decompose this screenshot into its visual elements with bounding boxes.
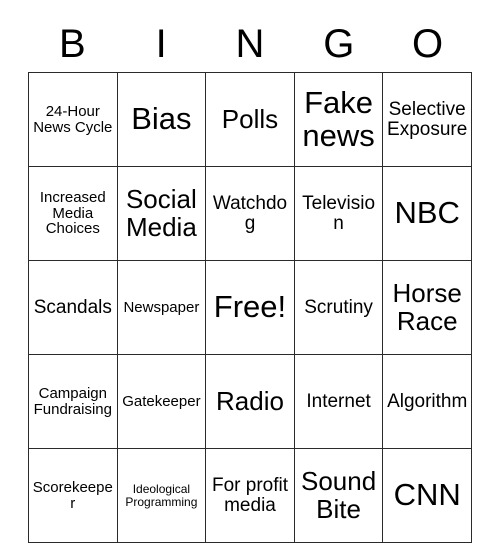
bingo-free-space-label: Free! bbox=[213, 289, 287, 325]
bingo-header-letter-i: I bbox=[155, 22, 167, 66]
bingo-header-row: B I N G O bbox=[28, 0, 472, 66]
bingo-cell-g4[interactable]: Internet bbox=[293, 354, 384, 449]
bingo-cell-label: Scandals bbox=[33, 296, 112, 318]
bingo-cell-b1[interactable]: 24-Hour News Cycle bbox=[28, 72, 118, 167]
bingo-cell-i5[interactable]: Ideological Programming bbox=[116, 448, 207, 543]
bingo-cell-label: Selective Exposure bbox=[387, 98, 468, 140]
bingo-cell-free-space[interactable]: Free! bbox=[205, 260, 295, 355]
bingo-cell-n4[interactable]: Radio bbox=[205, 354, 295, 449]
bingo-grid: 24-Hour News Cycle Bias Polls Fake news … bbox=[28, 72, 472, 543]
bingo-header-letter-o: O bbox=[412, 22, 444, 66]
bingo-cell-o3[interactable]: Horse Race bbox=[382, 260, 472, 355]
bingo-cell-label: Newspaper bbox=[123, 298, 200, 316]
bingo-cell-label: For profit media bbox=[211, 474, 288, 516]
bingo-cell-g5[interactable]: Sound Bite bbox=[293, 448, 384, 543]
bingo-cell-i2[interactable]: Social Media bbox=[116, 166, 207, 261]
bingo-cell-label: Horse Race bbox=[392, 278, 462, 336]
bingo-cell-n2[interactable]: Watchdog bbox=[205, 166, 295, 261]
bingo-cell-label: NBC bbox=[394, 195, 460, 231]
bingo-cell-label: Radio bbox=[216, 385, 284, 416]
bingo-cell-n5[interactable]: For profit media bbox=[205, 448, 295, 543]
bingo-header-letter-b: B bbox=[59, 22, 86, 66]
bingo-card: B I N G O 24-Hour News Cycle Bias Polls … bbox=[0, 0, 500, 544]
bingo-cell-label: Gatekeeper bbox=[122, 392, 201, 410]
bingo-cell-label: Scrutiny bbox=[304, 296, 373, 318]
bingo-cell-label: Increased Media Choices bbox=[39, 189, 106, 238]
bingo-cell-label: Sound Bite bbox=[300, 466, 377, 524]
bingo-cell-label: Fake news bbox=[302, 85, 375, 153]
bingo-row-2: Increased Media Choices Social Media Wat… bbox=[28, 166, 472, 261]
bingo-cell-i3[interactable]: Newspaper bbox=[116, 260, 207, 355]
bingo-cell-o1[interactable]: Selective Exposure bbox=[382, 72, 472, 167]
bingo-cell-g1[interactable]: Fake news bbox=[293, 72, 384, 167]
bingo-cell-label: Algorithm bbox=[387, 390, 468, 412]
bingo-cell-label: Social Media bbox=[125, 184, 197, 242]
bingo-cell-b5[interactable]: Scorekeeper bbox=[28, 448, 118, 543]
bingo-cell-label: 24-Hour News Cycle bbox=[33, 102, 113, 136]
bingo-cell-o2[interactable]: NBC bbox=[382, 166, 472, 261]
bingo-cell-b3[interactable]: Scandals bbox=[28, 260, 118, 355]
bingo-cell-label: Ideological Programming bbox=[125, 482, 198, 509]
bingo-cell-g3[interactable]: Scrutiny bbox=[293, 260, 384, 355]
bingo-row-4: Campaign Fundraising Gatekeeper Radio In… bbox=[28, 354, 472, 449]
bingo-row-5: Scorekeeper Ideological Programming For … bbox=[28, 448, 472, 543]
bingo-cell-b4[interactable]: Campaign Fundraising bbox=[28, 354, 118, 449]
bingo-header-letter-n: N bbox=[235, 22, 265, 66]
bingo-cell-n1[interactable]: Polls bbox=[205, 72, 295, 167]
bingo-cell-label: Scorekeeper bbox=[32, 478, 113, 512]
bingo-cell-label: Polls bbox=[221, 103, 279, 134]
bingo-cell-i4[interactable]: Gatekeeper bbox=[116, 354, 207, 449]
bingo-cell-g2[interactable]: Television bbox=[293, 166, 384, 261]
bingo-cell-label: Watchdog bbox=[212, 192, 288, 234]
bingo-cell-o5[interactable]: CNN bbox=[382, 448, 472, 543]
bingo-cell-label: Internet bbox=[306, 390, 371, 412]
bingo-cell-label: CNN bbox=[393, 477, 461, 513]
bingo-cell-label: Bias bbox=[131, 101, 192, 137]
bingo-cell-i1[interactable]: Bias bbox=[116, 72, 207, 167]
bingo-cell-label: Campaign Fundraising bbox=[33, 384, 112, 418]
bingo-cell-b2[interactable]: Increased Media Choices bbox=[28, 166, 118, 261]
bingo-cell-label: Television bbox=[302, 192, 376, 234]
bingo-cell-o4[interactable]: Algorithm bbox=[382, 354, 472, 449]
bingo-row-1: 24-Hour News Cycle Bias Polls Fake news … bbox=[28, 72, 472, 167]
bingo-header-letter-g: G bbox=[323, 22, 355, 66]
bingo-row-3: Scandals Newspaper Free! Scrutiny Horse … bbox=[28, 260, 472, 355]
